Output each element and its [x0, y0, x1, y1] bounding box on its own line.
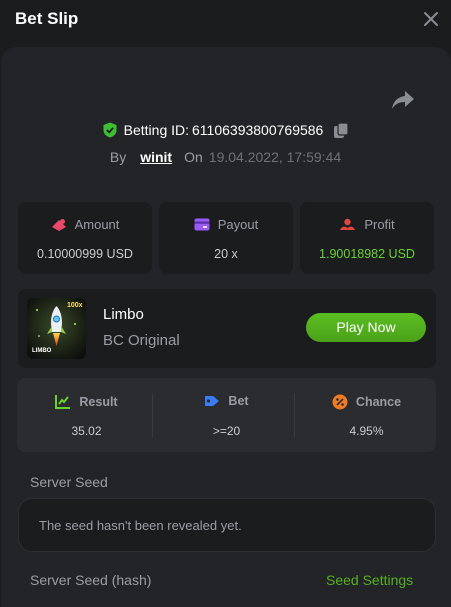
- bet-label: Bet: [228, 394, 249, 408]
- profit-value: 1.90018982 USD: [319, 247, 415, 261]
- profit-card: Profit 1.90018982 USD: [300, 202, 434, 274]
- amount-label: Amount: [74, 217, 120, 232]
- by-label: By: [109, 149, 127, 165]
- server-seed-text: The seed hasn't been revealed yet.: [39, 518, 242, 533]
- bet-value: >=20: [212, 424, 241, 438]
- result-icon: [55, 395, 71, 409]
- payout-label: Payout: [217, 217, 259, 232]
- chance-icon: [332, 394, 348, 410]
- payout-value: 20 x: [214, 247, 238, 261]
- play-now-button[interactable]: Play Now: [306, 313, 426, 342]
- result-column: Result 35.02: [17, 378, 156, 452]
- limbo-game-thumbnail[interactable]: 100x LIMBO: [27, 298, 86, 359]
- share-icon[interactable]: [391, 89, 415, 111]
- seed-settings-link[interactable]: Seed Settings: [326, 572, 413, 588]
- server-seed-hash-label: Server Seed (hash): [30, 572, 152, 588]
- server-seed-label: Server Seed: [30, 474, 108, 490]
- bet-tag-icon: [205, 396, 220, 406]
- profit-icon: [340, 218, 356, 230]
- payout-icon: [194, 218, 210, 231]
- game-name: Limbo: [103, 306, 144, 323]
- betting-id-row: Betting ID: 61106393800769586: [0, 120, 451, 140]
- chance-value: 4.95%: [349, 424, 384, 438]
- bet-author-row: By winit On 19.04.2022, 17:59:44: [0, 147, 451, 167]
- profit-label: Profit: [364, 217, 395, 232]
- chance-label: Chance: [355, 395, 402, 409]
- on-label: On: [184, 149, 203, 165]
- betting-id-label: Betting ID:: [123, 122, 190, 138]
- copy-icon[interactable]: [333, 121, 349, 139]
- result-value: 35.02: [71, 424, 102, 438]
- page-title: Bet Slip: [15, 9, 79, 28]
- amount-value: 0.10000999 USD: [37, 247, 133, 261]
- bet-slip-header: Bet Slip: [0, 0, 451, 46]
- divider: [294, 393, 295, 437]
- divider: [152, 393, 153, 437]
- thumbnail-badge: 100x: [67, 302, 83, 309]
- bet-column: Bet >=20: [157, 378, 296, 452]
- server-seed-field[interactable]: The seed hasn't been revealed yet.: [18, 498, 436, 552]
- betting-id-value: 61106393800769586: [192, 122, 324, 138]
- game-subtitle: BC Original: [103, 332, 180, 349]
- amount-card: Amount 0.10000999 USD: [18, 202, 152, 274]
- amount-icon: [51, 218, 66, 231]
- result-card: Result 35.02 Bet >=20 Chance 4.95%: [17, 378, 436, 452]
- bet-datetime: 19.04.2022, 17:59:44: [208, 149, 342, 165]
- username-link[interactable]: winit: [140, 149, 172, 165]
- share-button[interactable]: [391, 89, 415, 111]
- game-card: 100x LIMBO Limbo BC Original Play Now: [18, 289, 436, 368]
- chance-column: Chance 4.95%: [297, 378, 436, 452]
- thumbnail-title: LIMBO: [32, 348, 52, 354]
- close-icon[interactable]: [422, 10, 440, 28]
- close-button[interactable]: [422, 10, 440, 28]
- verified-shield-icon: [103, 122, 117, 138]
- payout-card: Payout 20 x: [159, 202, 293, 274]
- result-label: Result: [79, 394, 118, 409]
